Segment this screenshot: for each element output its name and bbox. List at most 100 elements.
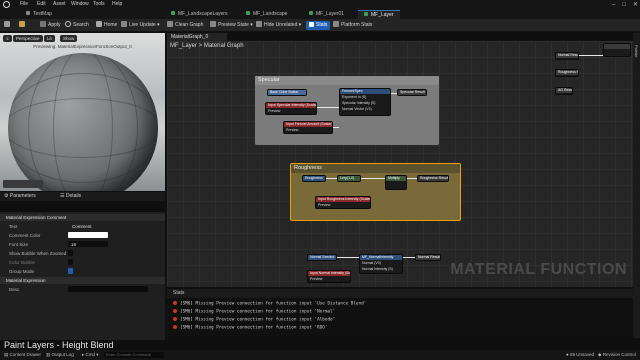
- tab-material-graph[interactable]: MaterialGraph_0: [167, 33, 227, 41]
- node-out-ao[interactable]: AO Result: [555, 87, 573, 95]
- save-button[interactable]: [4, 21, 12, 30]
- unreal-logo-icon[interactable]: [3, 1, 10, 8]
- roughness-comment-box[interactable]: Roughness: [290, 163, 461, 221]
- node-base-color-scalar[interactable]: Base Color Scalar: [267, 89, 307, 96]
- viewport-menu-button[interactable]: ≡: [3, 35, 12, 42]
- node-lerp[interactable]: Lerp(1,0): [337, 175, 361, 182]
- node-normal-result[interactable]: Normal Result: [415, 254, 441, 261]
- perspective-button[interactable]: Perspective: [13, 35, 43, 42]
- node-specular-result[interactable]: Specular Result: [397, 89, 427, 96]
- material-function-icon: [309, 11, 313, 15]
- node-input-normal-intensity[interactable]: Input Normal Intensity (Scalar) Preview: [307, 270, 351, 283]
- preview-viewport[interactable]: ≡ Perspective Lit Show Previewing: Mater…: [0, 33, 165, 191]
- desc-field[interactable]: [68, 286, 148, 292]
- node-input-roughness-intensity[interactable]: Input Roughness Intensity (Scalar) Previ…: [315, 196, 371, 209]
- preview-shape-buttons[interactable]: [3, 180, 43, 188]
- desc-label: Desc: [9, 287, 20, 292]
- palette-rail[interactable]: Palette: [633, 33, 640, 338]
- tab-parameters[interactable]: ⚙ Parameters: [4, 193, 36, 199]
- section-material-expression-comment[interactable]: Material Expression Comment: [0, 214, 165, 221]
- menu-help[interactable]: Help: [112, 1, 122, 7]
- details-panel: Material Expression Comment Text Comment…: [0, 212, 165, 340]
- tab-project[interactable]: TestMap: [20, 10, 58, 19]
- tab-mf-landscapelayers[interactable]: MF_LandscapeLayers: [165, 10, 233, 19]
- stat-message: [SM6] Missing Preview connection for fun…: [173, 325, 327, 331]
- tab-mf-landscape[interactable]: MF_Landscape: [240, 10, 293, 19]
- details-search-input[interactable]: [2, 203, 163, 211]
- node-out-roughness[interactable]: Roughness Result: [555, 69, 579, 77]
- content-drawer-button[interactable]: ▤ Content Drawer: [4, 350, 41, 360]
- live-update-icon: [121, 21, 127, 27]
- toolbar: Apply Search Home Live Update ▾ Clean Gr…: [0, 19, 640, 32]
- error-icon: [173, 325, 177, 329]
- roughness-comment-title: Roughness: [291, 164, 460, 173]
- stats-icon: [309, 22, 314, 27]
- color-bubble-label: Color Bubble: [9, 260, 36, 265]
- node-mf-normal-intensity[interactable]: MF_NormalIntensity Normal (V3) Normal In…: [359, 254, 403, 274]
- menu-tools[interactable]: Tools: [93, 1, 105, 7]
- node-normal-seeded[interactable]: Normal Seeded: [307, 254, 337, 261]
- details-tabs: ⚙ Parameters ☰ Details: [0, 192, 165, 201]
- live-update-button[interactable]: Live Update ▾: [121, 21, 160, 30]
- level-icon: [26, 11, 30, 15]
- text-value[interactable]: Comment: [72, 224, 92, 229]
- material-function-icon: [246, 11, 250, 15]
- hide-unrelated-button[interactable]: Hide Unrelated ▾: [256, 21, 301, 30]
- show-bubble-checkbox[interactable]: [68, 250, 73, 256]
- save-icon: [4, 21, 10, 27]
- output-log-button[interactable]: ▥ Output Log: [46, 350, 74, 360]
- material-graph-canvas[interactable]: MF_Layer > Material Graph MATERIAL FUNCT…: [167, 41, 633, 287]
- wire: [579, 55, 603, 56]
- node-fresnel-function[interactable]: Fresnel/Spec Exponent In (S) Specular In…: [339, 88, 391, 116]
- lit-button[interactable]: Lit: [44, 35, 55, 42]
- tab-details[interactable]: ☰ Details: [60, 193, 81, 199]
- node-roughness-mask[interactable]: Roughness: [302, 175, 326, 182]
- maximize-icon[interactable]: □: [622, 2, 626, 8]
- material-function-watermark: MATERIAL FUNCTION: [450, 261, 627, 278]
- console-command-input[interactable]: Enter Console Command: [104, 352, 164, 358]
- group-mode-checkbox[interactable]: [68, 268, 73, 274]
- node-roughness-result[interactable]: Roughness Result: [417, 175, 449, 182]
- node-input-fresnel-amount[interactable]: Input Fresnel Amount (Scalar) Preview: [283, 121, 333, 134]
- section-material-expression[interactable]: Material Expression: [0, 277, 165, 284]
- unsaved-button[interactable]: ● 69 Unsaved: [566, 350, 594, 360]
- node-input-specular-intensity[interactable]: Input Specular Intensity (Scalar) Previe…: [265, 102, 317, 115]
- close-icon[interactable]: ✕: [633, 1, 638, 8]
- node-multiply[interactable]: Multiply: [385, 175, 407, 190]
- tab-mf-layer01[interactable]: MF_Layer01: [303, 10, 350, 19]
- cmd-dropdown[interactable]: ▸ Cmd ▾: [82, 350, 99, 360]
- menu-edit[interactable]: Edit: [37, 1, 46, 7]
- comment-color-label: Comment Color: [9, 233, 41, 238]
- revision-control-button[interactable]: ◆ Revision Control: [598, 350, 636, 360]
- title-bar: File Edit Asset Window Tools Help – □ ✕: [0, 0, 640, 9]
- tab-stats[interactable]: Stats: [167, 289, 633, 298]
- browse-button[interactable]: [19, 21, 27, 30]
- material-function-icon: [364, 12, 368, 16]
- document-tabs: TestMap MF_LandscapeLayers MF_Landscape …: [0, 9, 640, 19]
- menu-window[interactable]: Window: [71, 1, 89, 7]
- home-button[interactable]: Home: [96, 21, 117, 30]
- node-function-output[interactable]: [603, 43, 631, 57]
- stats-button[interactable]: Stats: [306, 21, 331, 30]
- preview-state-button[interactable]: Preview State ▾: [210, 21, 253, 30]
- tab-mf-layer[interactable]: MF_Layer: [358, 10, 400, 19]
- show-button[interactable]: Show: [60, 35, 78, 42]
- wire: [317, 107, 339, 108]
- menu-file[interactable]: File: [20, 1, 28, 7]
- search-button[interactable]: Search: [65, 21, 89, 30]
- minimize-icon[interactable]: –: [612, 2, 615, 8]
- breadcrumb: MF_Layer > Material Graph: [170, 43, 244, 49]
- clean-graph-button[interactable]: Clean Graph: [167, 21, 203, 30]
- stat-message: [SM6] Missing Preview connection for fun…: [173, 301, 366, 307]
- comment-color-swatch[interactable]: [68, 232, 108, 238]
- node-out-normal[interactable]: Normal Result: [555, 52, 579, 60]
- apply-button[interactable]: Apply: [40, 21, 61, 30]
- color-bubble-checkbox[interactable]: [68, 259, 73, 265]
- wire: [337, 257, 359, 258]
- wire: [361, 178, 385, 179]
- stats-panel: [SM6] Missing Preview connection for fun…: [167, 298, 633, 338]
- preview-state-icon: [210, 21, 216, 27]
- platform-stats-button[interactable]: Platform Stats: [333, 21, 372, 30]
- menu-asset[interactable]: Asset: [53, 1, 66, 7]
- wire: [403, 257, 415, 258]
